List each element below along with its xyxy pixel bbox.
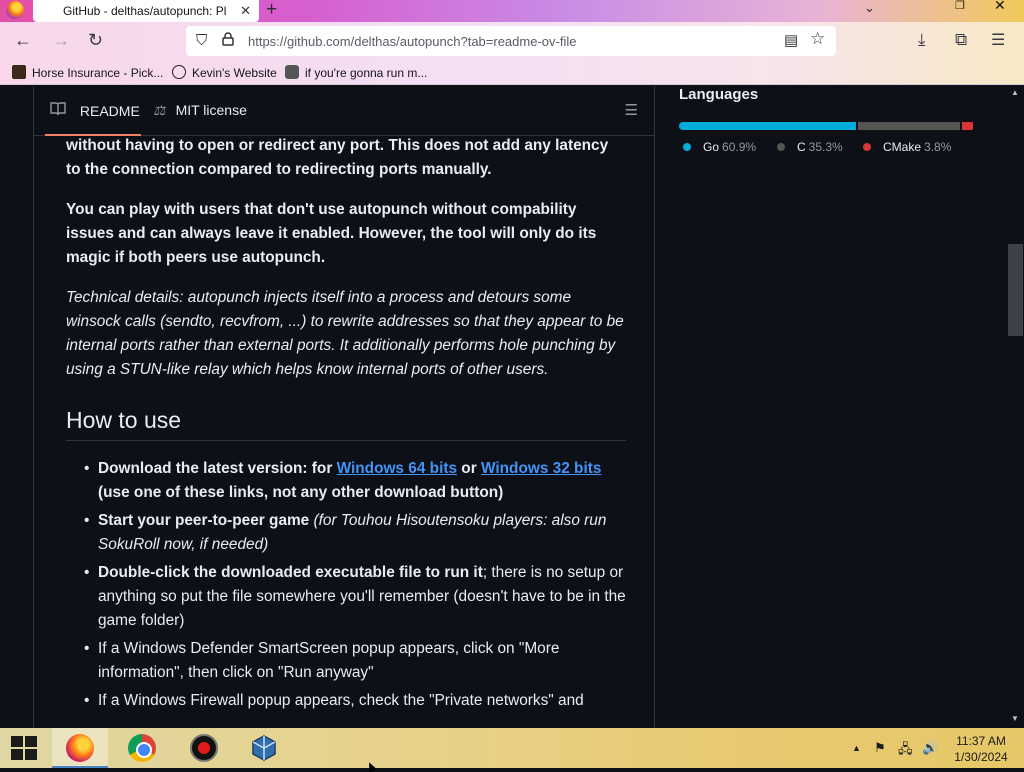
- technical-details-paragraph: Technical details: autopunch injects its…: [66, 289, 624, 378]
- bookmark-gonna-run[interactable]: if you're gonna run m...: [285, 65, 427, 80]
- windows-32-link[interactable]: Windows 32 bits: [481, 460, 601, 477]
- browser-tab-strip: GitHub - delthas/autopunch: Pl ✕ + ⌄ ❐ ✕: [0, 0, 1024, 22]
- clock-date: 1/30/2024: [954, 750, 1008, 764]
- taskbar-virtualbox[interactable]: [236, 728, 292, 768]
- table-of-contents-icon[interactable]: ☰: [625, 101, 638, 119]
- globe-icon: [172, 65, 186, 79]
- reload-button[interactable]: ↻: [88, 30, 103, 51]
- list-all-tabs-button[interactable]: ⌄: [864, 0, 875, 16]
- taskbar-obs[interactable]: [176, 728, 232, 768]
- list-item: If a Windows Defender SmartScreen popup …: [66, 637, 626, 685]
- clock-time: 11:37 AM: [956, 734, 1006, 748]
- scroll-down-arrow-icon[interactable]: ▼: [1011, 714, 1019, 723]
- tab-title: GitHub - delthas/autopunch: Pl: [63, 4, 227, 18]
- show-hidden-icons-chevron-icon[interactable]: ▲: [852, 743, 861, 753]
- volume-icon[interactable]: 🔊: [922, 740, 938, 756]
- address-bar[interactable]: ⛉ https://github.com/delthas/autopunch?t…: [186, 26, 836, 56]
- language-go[interactable]: Go 60.9%: [683, 140, 756, 154]
- scale-icon: ⚖: [153, 102, 166, 118]
- windows-64-link[interactable]: Windows 64 bits: [337, 460, 457, 477]
- github-page: README ⚖MIT license ☰ This program lets …: [0, 86, 1024, 728]
- url-text[interactable]: https://github.com/delthas/autopunch?tab…: [248, 34, 576, 49]
- taskbar-chrome[interactable]: [114, 728, 170, 768]
- window-controls: ❐ ✕: [918, 0, 1024, 14]
- list-item: Start your peer-to-peer game (for Touhou…: [66, 509, 626, 557]
- repo-sidebar: Languages Go 60.9% C 35.3% CMake 3.8%: [679, 86, 979, 154]
- firefox-icon: [66, 734, 94, 762]
- new-tab-button[interactable]: +: [266, 0, 277, 21]
- start-button[interactable]: [11, 736, 37, 760]
- page-scrollbar[interactable]: ▲ ▼: [1007, 86, 1024, 728]
- action-center-flag-icon[interactable]: ⚑: [874, 740, 886, 756]
- chrome-icon: [128, 734, 156, 762]
- character-icon: [285, 65, 299, 79]
- language-bar-cmake[interactable]: [961, 122, 973, 130]
- active-tab[interactable]: GitHub - delthas/autopunch: Pl ✕: [33, 0, 259, 22]
- downloads-icon[interactable]: ⤓: [918, 30, 926, 50]
- active-tab-underline: [45, 134, 141, 136]
- tab-readme[interactable]: README: [50, 102, 140, 119]
- bookmark-horse-insurance[interactable]: Horse Insurance - Pick...: [12, 65, 163, 80]
- tab-mit-license[interactable]: ⚖ MIT license: [153, 102, 247, 119]
- list-item: Double-click the downloaded executable f…: [66, 561, 626, 633]
- list-item: If a Windows Firewall popup appears, che…: [66, 689, 626, 713]
- window-close-icon[interactable]: ✕: [994, 0, 1006, 14]
- readme-header: README ⚖ MIT license ☰: [34, 86, 654, 136]
- bookmarks-toolbar: Horse Insurance - Pick... Kevin's Websit…: [0, 61, 1024, 85]
- language-cmake[interactable]: CMake 3.8%: [863, 140, 951, 154]
- maximize-icon[interactable]: ❐: [955, 0, 965, 12]
- language-bar-go[interactable]: [679, 122, 856, 130]
- reader-view-icon[interactable]: ▤: [784, 31, 798, 49]
- taskbar-clock[interactable]: 11:37 AM 1/30/2024: [946, 733, 1016, 765]
- back-button[interactable]: ←: [14, 30, 32, 51]
- languages-heading: Languages: [679, 86, 759, 103]
- language-dot: [863, 143, 871, 151]
- tab-close-icon[interactable]: ✕: [240, 3, 251, 19]
- book-icon: [50, 102, 70, 119]
- firefox-logo-icon: [6, 1, 24, 19]
- windows-taskbar: ▲ ⚑ 🖧 🔊 11:37 AM 1/30/2024: [0, 728, 1024, 768]
- lock-icon[interactable]: [222, 32, 234, 49]
- language-dot: [683, 143, 691, 151]
- extensions-icon[interactable]: ⧉: [955, 30, 967, 50]
- bookmark-kevins-website[interactable]: Kevin's Website: [172, 65, 277, 80]
- language-bar: [679, 122, 975, 130]
- language-c[interactable]: C 35.3%: [777, 140, 843, 154]
- virtualbox-icon: [250, 734, 278, 762]
- navigation-toolbar: ← → ↻ ⛉ https://github.com/delthas/autop…: [0, 22, 1024, 61]
- app-menu-icon[interactable]: ☰: [991, 30, 1005, 50]
- bookmark-star-icon[interactable]: ☆: [810, 29, 825, 49]
- tracking-shield-icon[interactable]: ⛉: [196, 32, 207, 49]
- taskbar-firefox[interactable]: [52, 728, 108, 768]
- horse-icon: [12, 65, 26, 79]
- language-dot: [777, 143, 785, 151]
- scrollbar-thumb[interactable]: [1008, 244, 1023, 336]
- network-icon[interactable]: 🖧: [898, 740, 913, 762]
- steps-list: Download the latest version: for Windows…: [66, 457, 626, 713]
- compatibility-paragraph: You can play with users that don't use a…: [66, 201, 597, 266]
- scroll-up-arrow-icon[interactable]: ▲: [1011, 88, 1019, 97]
- how-to-use-heading: How to use: [66, 408, 626, 441]
- language-bar-c[interactable]: [857, 122, 960, 130]
- list-item: Download the latest version: for Windows…: [66, 457, 626, 505]
- record-icon: [190, 734, 218, 762]
- readme-content: This program lets you host & connect to …: [66, 110, 626, 717]
- forward-button[interactable]: →: [52, 30, 70, 51]
- readme-panel: README ⚖MIT license ☰ This program lets …: [33, 86, 655, 728]
